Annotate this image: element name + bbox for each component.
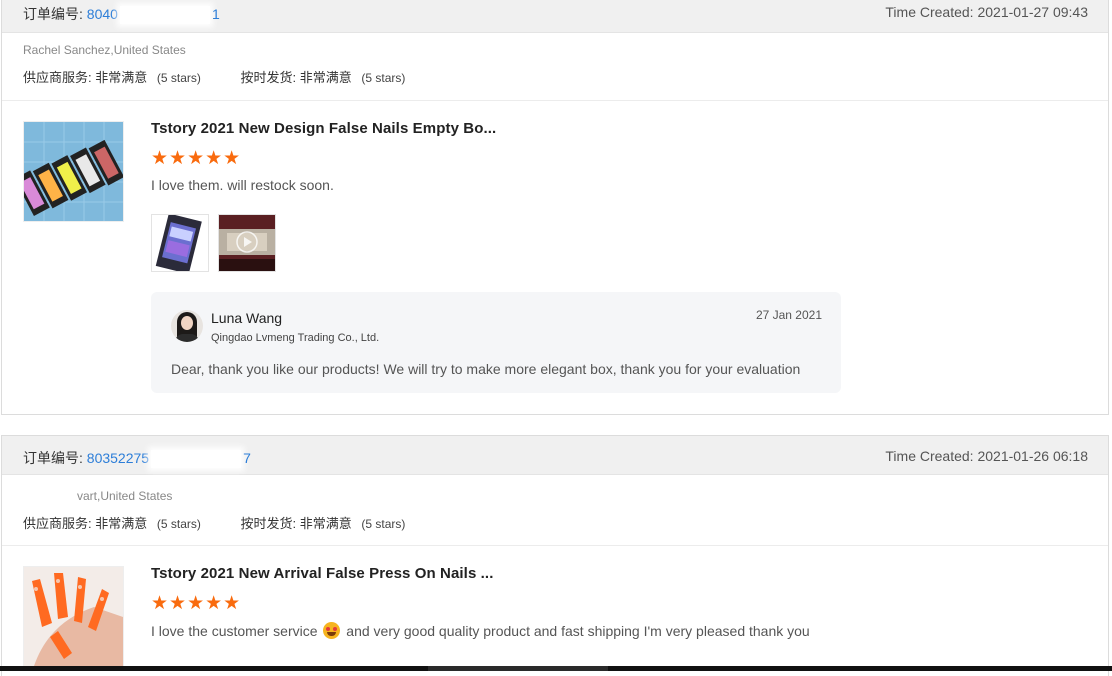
time-created: Time Created: 2021-01-26 06:18	[885, 448, 1088, 464]
seller-reply: Luna Wang Qingdao Lvmeng Trading Co., Lt…	[151, 292, 841, 393]
divider	[2, 545, 1108, 546]
star-struck-emoji	[323, 622, 341, 639]
review-text: I love the customer service and very goo…	[151, 622, 810, 639]
product-thumbnail[interactable]	[23, 121, 124, 222]
reply-date: 27 Jan 2021	[755, 308, 822, 322]
order-card: 订单编号: 8040 1 Time Created: 2021-01-27 09:…	[1, 0, 1109, 415]
order-number-label: 订单编号:	[23, 450, 83, 466]
buyer-location: vart,United States	[77, 489, 173, 503]
review-photo[interactable]	[151, 214, 209, 272]
rating-stars: ★★★★★	[151, 148, 242, 169]
order-header: 订单编号: 80352275 7 Time Created: 2021-01-26…	[2, 436, 1108, 475]
order-number-link[interactable]: 8040 1	[87, 6, 220, 25]
order-number-label: 订单编号:	[23, 6, 83, 22]
supplier-service-rating: 供应商服务: 非常满意 (5 stars)	[23, 516, 201, 531]
order-number-link[interactable]: 80352275 7	[87, 450, 251, 469]
order-header: 订单编号: 8040 1 Time Created: 2021-01-27 09:…	[2, 0, 1108, 33]
reply-text: Dear, thank you like our products! We wi…	[171, 361, 801, 377]
product-title[interactable]: Tstory 2021 New Arrival False Press On N…	[151, 565, 493, 582]
ontime-delivery-rating: 按时发货: 非常满意 (5 stars)	[240, 516, 406, 531]
rating-stars: ★★★★★	[151, 593, 242, 614]
divider	[2, 100, 1108, 101]
redaction-mask	[151, 450, 242, 469]
seller-ratings: 供应商服务: 非常满意 (5 stars) 按时发货: 非常满意 (5 star…	[23, 513, 441, 532]
seller-company: Qingdao Lvmeng Trading Co., Ltd.	[211, 332, 380, 344]
order-card: 订单编号: 80352275 7 Time Created: 2021-01-26…	[1, 435, 1109, 676]
product-thumbnail[interactable]	[23, 566, 124, 667]
taskbar-edge	[0, 666, 1112, 671]
redaction-mask	[119, 6, 210, 25]
seller-ratings: 供应商服务: 非常满意 (5 stars) 按时发货: 非常满意 (5 star…	[23, 67, 441, 86]
time-created: Time Created: 2021-01-27 09:43	[885, 4, 1088, 20]
product-title[interactable]: Tstory 2021 New Design False Nails Empty…	[151, 120, 496, 137]
supplier-service-rating: 供应商服务: 非常满意 (5 stars)	[23, 70, 201, 85]
review-text: I love them. will restock soon.	[151, 177, 334, 193]
buyer-location: Rachel Sanchez,United States	[23, 43, 186, 57]
review-video[interactable]	[218, 214, 276, 272]
ontime-delivery-rating: 按时发货: 非常满意 (5 stars)	[240, 70, 406, 85]
seller-name: Luna Wang	[211, 310, 283, 326]
avatar	[171, 310, 203, 342]
order-number-row: 订单编号: 80352275 7	[23, 448, 251, 469]
order-number-row: 订单编号: 8040 1	[23, 4, 220, 25]
